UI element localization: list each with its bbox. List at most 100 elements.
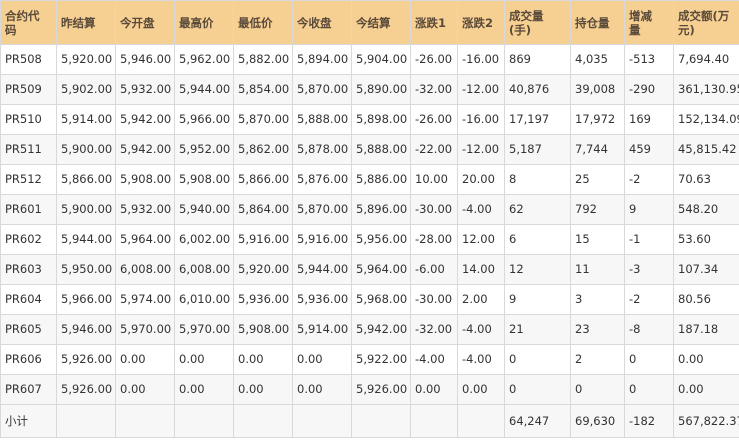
table-cell: 5,900.00	[56, 134, 116, 165]
table-cell: 5,882.00	[233, 44, 293, 75]
table-cell: -513	[624, 44, 674, 75]
table-cell: 69,630	[570, 404, 625, 438]
table-cell: -16.00	[457, 44, 505, 75]
table-cell: 0.00	[292, 344, 352, 375]
table-cell	[292, 404, 352, 438]
column-header-label: 今收盘	[297, 15, 332, 30]
subtotal-row: 小计 64,247 69,630 -182 567,822.37	[0, 404, 739, 438]
contract-code-cell: PR510	[0, 104, 57, 135]
table-cell: 5,878.00	[292, 134, 352, 165]
table-cell: 5,898.00	[351, 104, 411, 135]
table-cell: 6,008.00	[174, 254, 234, 285]
column-header-label: (手)	[509, 22, 532, 37]
table-cell: 6,008.00	[115, 254, 175, 285]
table-cell: 5,968.00	[351, 284, 411, 315]
table-cell: 6	[504, 224, 571, 255]
table-cell: 5,916.00	[233, 224, 293, 255]
table-row: PR604 5,966.00 5,974.00 6,010.00 5,936.00 5,9…	[0, 284, 739, 315]
column-header: 成交量 (手)	[504, 0, 571, 45]
contract-code-cell: PR607	[0, 374, 57, 405]
column-header-label: 元)	[678, 22, 695, 37]
column-header: 今结算	[351, 0, 411, 45]
table-cell: 5,920.00	[233, 254, 293, 285]
table-cell: 5,956.00	[351, 224, 411, 255]
table-cell: -16.00	[457, 104, 505, 135]
table-cell: -2	[624, 164, 674, 195]
contract-code-cell: PR602	[0, 224, 57, 255]
column-header: 增减量	[624, 0, 674, 45]
table-row: PR509 5,902.00 5,932.00 5,944.00 5,854.00 5,8…	[0, 74, 739, 105]
table-row: PR602 5,944.00 5,964.00 6,002.00 5,916.00 5,9…	[0, 224, 739, 255]
column-header-label: 码	[5, 22, 17, 37]
table-cell: -22.00	[410, 134, 458, 165]
column-header: 昨结算	[56, 0, 116, 45]
column-header: 今收盘	[292, 0, 352, 45]
table-row: PR511 5,900.00 5,942.00 5,952.00 5,862.00 5,8…	[0, 134, 739, 165]
table-body: PR508 5,920.00 5,946.00 5,962.00 5,882.00 5,8…	[0, 44, 739, 438]
column-header-label: 增减	[629, 8, 652, 23]
table-cell	[174, 404, 234, 438]
table-cell: 12.00	[457, 224, 505, 255]
table-cell: 0.00	[174, 374, 234, 405]
table-cell: 5,962.00	[174, 44, 234, 75]
table-cell: 107.34	[673, 254, 739, 285]
table-cell: 5,904.00	[351, 44, 411, 75]
table-cell: 0	[624, 344, 674, 375]
table-cell: 0	[504, 374, 571, 405]
table-cell: 5,974.00	[115, 284, 175, 315]
table-cell: 9	[624, 194, 674, 225]
table-row: PR606 5,926.00 0.00 0.00 0.00 0.00 5,922.00 -4.…	[0, 344, 739, 375]
table-cell: 5,970.00	[174, 314, 234, 345]
table-cell: 5,866.00	[233, 164, 293, 195]
table-cell: 5,920.00	[56, 44, 116, 75]
table-cell: 5,890.00	[351, 74, 411, 105]
table-cell: 0.00	[292, 374, 352, 405]
table-cell: 9	[504, 284, 571, 315]
table-cell: 5,926.00	[56, 344, 116, 375]
table-cell: 5,936.00	[292, 284, 352, 315]
table-cell: 792	[570, 194, 625, 225]
table-cell: -4.00	[457, 344, 505, 375]
table-cell: 5,932.00	[115, 74, 175, 105]
table-row: PR601 5,900.00 5,932.00 5,940.00 5,864.00 5,8…	[0, 194, 739, 225]
column-header-label: 涨跌2	[462, 15, 494, 30]
column-header-label: 昨结算	[61, 15, 96, 30]
table-cell: 62	[504, 194, 571, 225]
table-cell: 5,944.00	[174, 74, 234, 105]
table-cell: -4.00	[410, 344, 458, 375]
table-cell: -28.00	[410, 224, 458, 255]
table-cell: 5,926.00	[351, 374, 411, 405]
table-cell: 40,876	[504, 74, 571, 105]
column-header: 最高价	[174, 0, 234, 45]
contract-code-cell: PR603	[0, 254, 57, 285]
table-cell: 2	[570, 344, 625, 375]
contract-code-cell: PR606	[0, 344, 57, 375]
table-row: PR508 5,920.00 5,946.00 5,962.00 5,882.00 5,8…	[0, 44, 739, 75]
table-cell: 5,916.00	[292, 224, 352, 255]
table-cell: 169	[624, 104, 674, 135]
table-cell: 361,130.95	[673, 74, 739, 105]
contract-code-cell: PR601	[0, 194, 57, 225]
table-cell: 5,964.00	[115, 224, 175, 255]
table-cell: 53.60	[673, 224, 739, 255]
table-cell: 25	[570, 164, 625, 195]
table-cell: 0.00	[673, 344, 739, 375]
contract-code-cell: PR512	[0, 164, 57, 195]
column-header: 成交额(万 元)	[673, 0, 739, 45]
column-header-label: 今结算	[356, 15, 391, 30]
table-cell: 70.63	[673, 164, 739, 195]
column-header-label: 量	[629, 22, 641, 37]
column-header-label: 成交量	[509, 8, 544, 23]
table-cell: -26.00	[410, 104, 458, 135]
column-header: 持仓量	[570, 0, 625, 45]
table-cell: -26.00	[410, 44, 458, 75]
table-cell: 5,900.00	[56, 194, 116, 225]
table-cell: 0.00	[673, 374, 739, 405]
column-header-label: 合约代	[5, 8, 40, 23]
table-cell: 5,942.00	[115, 104, 175, 135]
table-cell: 64,247	[504, 404, 571, 438]
table-cell: 5,876.00	[292, 164, 352, 195]
table-cell: 20.00	[457, 164, 505, 195]
table-cell: 0.00	[233, 344, 293, 375]
table-cell: 0.00	[115, 344, 175, 375]
